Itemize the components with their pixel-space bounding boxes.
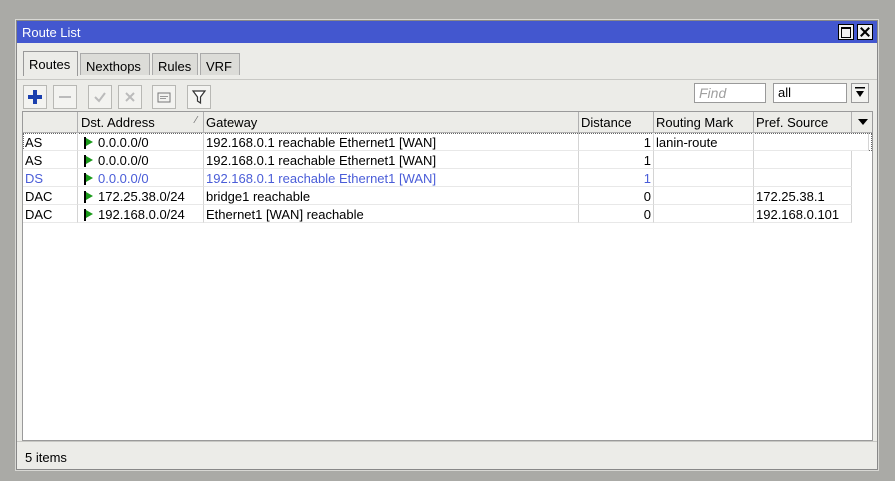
- table-row[interactable]: DS 0.0.0.0/0 192.168.0.1 reachable Ether…: [23, 169, 872, 187]
- close-button[interactable]: [857, 24, 873, 40]
- routing-mark-cell: [654, 205, 754, 223]
- remove-button[interactable]: [53, 85, 77, 109]
- table-header: Dst. Address ⁄ Gateway Distance Routing M…: [23, 112, 872, 133]
- dst-cell: 192.168.0.0/24: [78, 205, 204, 223]
- flags-cell: DS: [23, 169, 78, 187]
- dst-text: 172.25.38.0/24: [98, 189, 185, 204]
- dst-cell: 0.0.0.0/0: [78, 169, 204, 187]
- tab-nexthops[interactable]: Nexthops: [80, 53, 150, 75]
- tab-vrf[interactable]: VRF: [200, 53, 240, 75]
- pref-source-cell: 192.168.0.101: [754, 205, 852, 223]
- sort-indicator-icon: ⁄: [195, 115, 197, 126]
- gateway-cell: 192.168.0.1 reachable Ethernet1 [WAN]: [204, 133, 579, 151]
- dst-text: 0.0.0.0/0: [98, 153, 149, 168]
- table-row[interactable]: DAC 172.25.38.0/24 bridge1 reachable 0 1…: [23, 187, 872, 205]
- pref-source-cell: [754, 151, 852, 169]
- cross-icon: [125, 92, 135, 102]
- pref-source-cell: [754, 133, 869, 151]
- column-header-pref-source[interactable]: Pref. Source: [754, 112, 852, 132]
- filter-select[interactable]: all: [773, 83, 847, 103]
- disable-button[interactable]: [118, 85, 142, 109]
- routing-mark-cell: lanin-route: [654, 133, 754, 151]
- item-count: 5 items: [25, 450, 67, 465]
- funnel-icon: [191, 90, 207, 105]
- plus-icon: [28, 90, 42, 104]
- gateway-cell: 192.168.0.1 reachable Ethernet1 [WAN]: [204, 151, 579, 169]
- comment-button[interactable]: [152, 85, 176, 109]
- flag-icon: [84, 191, 94, 203]
- routing-mark-cell: [654, 187, 754, 205]
- column-header-routing-mark[interactable]: Routing Mark: [654, 112, 754, 132]
- check-icon: [94, 92, 106, 103]
- enable-button[interactable]: [88, 85, 112, 109]
- routing-mark-cell: [654, 151, 754, 169]
- pref-source-cell: [754, 169, 852, 187]
- filter-button[interactable]: [187, 85, 211, 109]
- flags-cell: DAC: [23, 187, 78, 205]
- flags-cell: AS: [23, 151, 78, 169]
- dst-cell: 172.25.38.0/24: [78, 187, 204, 205]
- flag-icon: [84, 155, 94, 167]
- gateway-cell: 192.168.0.1 reachable Ethernet1 [WAN]: [204, 169, 579, 187]
- dst-cell: 0.0.0.0/0: [78, 151, 204, 169]
- dst-text: 0.0.0.0/0: [98, 135, 149, 150]
- tab-routes[interactable]: Routes: [23, 51, 78, 76]
- dst-text: 192.168.0.0/24: [98, 207, 185, 222]
- maximize-button[interactable]: [838, 24, 854, 40]
- table-row[interactable]: AS 0.0.0.0/0 192.168.0.1 reachable Ether…: [23, 133, 872, 151]
- columns-menu-button[interactable]: [852, 112, 872, 132]
- gateway-cell: Ethernet1 [WAN] reachable: [204, 205, 579, 223]
- routing-mark-cell: [654, 169, 754, 187]
- route-table: Dst. Address ⁄ Gateway Distance Routing M…: [22, 111, 873, 441]
- column-header-gateway[interactable]: Gateway: [204, 112, 579, 132]
- distance-cell: 1: [579, 169, 654, 187]
- flags-cell: DAC: [23, 205, 78, 223]
- dst-cell: 0.0.0.0/0: [78, 133, 204, 151]
- table-row[interactable]: DAC 192.168.0.0/24 Ethernet1 [WAN] reach…: [23, 205, 872, 223]
- column-header-dst-address[interactable]: Dst. Address ⁄: [78, 112, 204, 132]
- add-button[interactable]: [23, 85, 47, 109]
- dst-text: 0.0.0.0/0: [98, 171, 149, 186]
- find-input[interactable]: Find: [694, 83, 766, 103]
- flag-icon: [84, 173, 94, 185]
- flag-icon: [84, 137, 94, 149]
- distance-cell: 0: [579, 187, 654, 205]
- note-icon: [157, 92, 171, 103]
- title-bar[interactable]: Route List: [17, 21, 877, 43]
- window-title: Route List: [22, 25, 81, 40]
- tab-rules[interactable]: Rules: [152, 53, 198, 75]
- filter-dropdown-button[interactable]: [851, 83, 869, 103]
- column-label: Dst. Address: [81, 115, 155, 130]
- pref-source-cell: 172.25.38.1: [754, 187, 852, 205]
- triangle-down-icon: [858, 119, 868, 125]
- column-header-distance[interactable]: Distance: [579, 112, 654, 132]
- arrow-down-icon: [855, 87, 865, 97]
- table-row[interactable]: AS 0.0.0.0/0 192.168.0.1 reachable Ether…: [23, 151, 872, 169]
- distance-cell: 1: [579, 133, 654, 151]
- flag-icon: [84, 209, 94, 221]
- route-list-window: Route List Routes Nexthops Rules VRF Fin…: [16, 20, 878, 470]
- status-bar: 5 items: [17, 441, 877, 468]
- distance-cell: 0: [579, 205, 654, 223]
- flags-cell: AS: [23, 133, 78, 151]
- column-header-flags[interactable]: [23, 112, 78, 132]
- minus-icon: [59, 96, 71, 98]
- gateway-cell: bridge1 reachable: [204, 187, 579, 205]
- distance-cell: 1: [579, 151, 654, 169]
